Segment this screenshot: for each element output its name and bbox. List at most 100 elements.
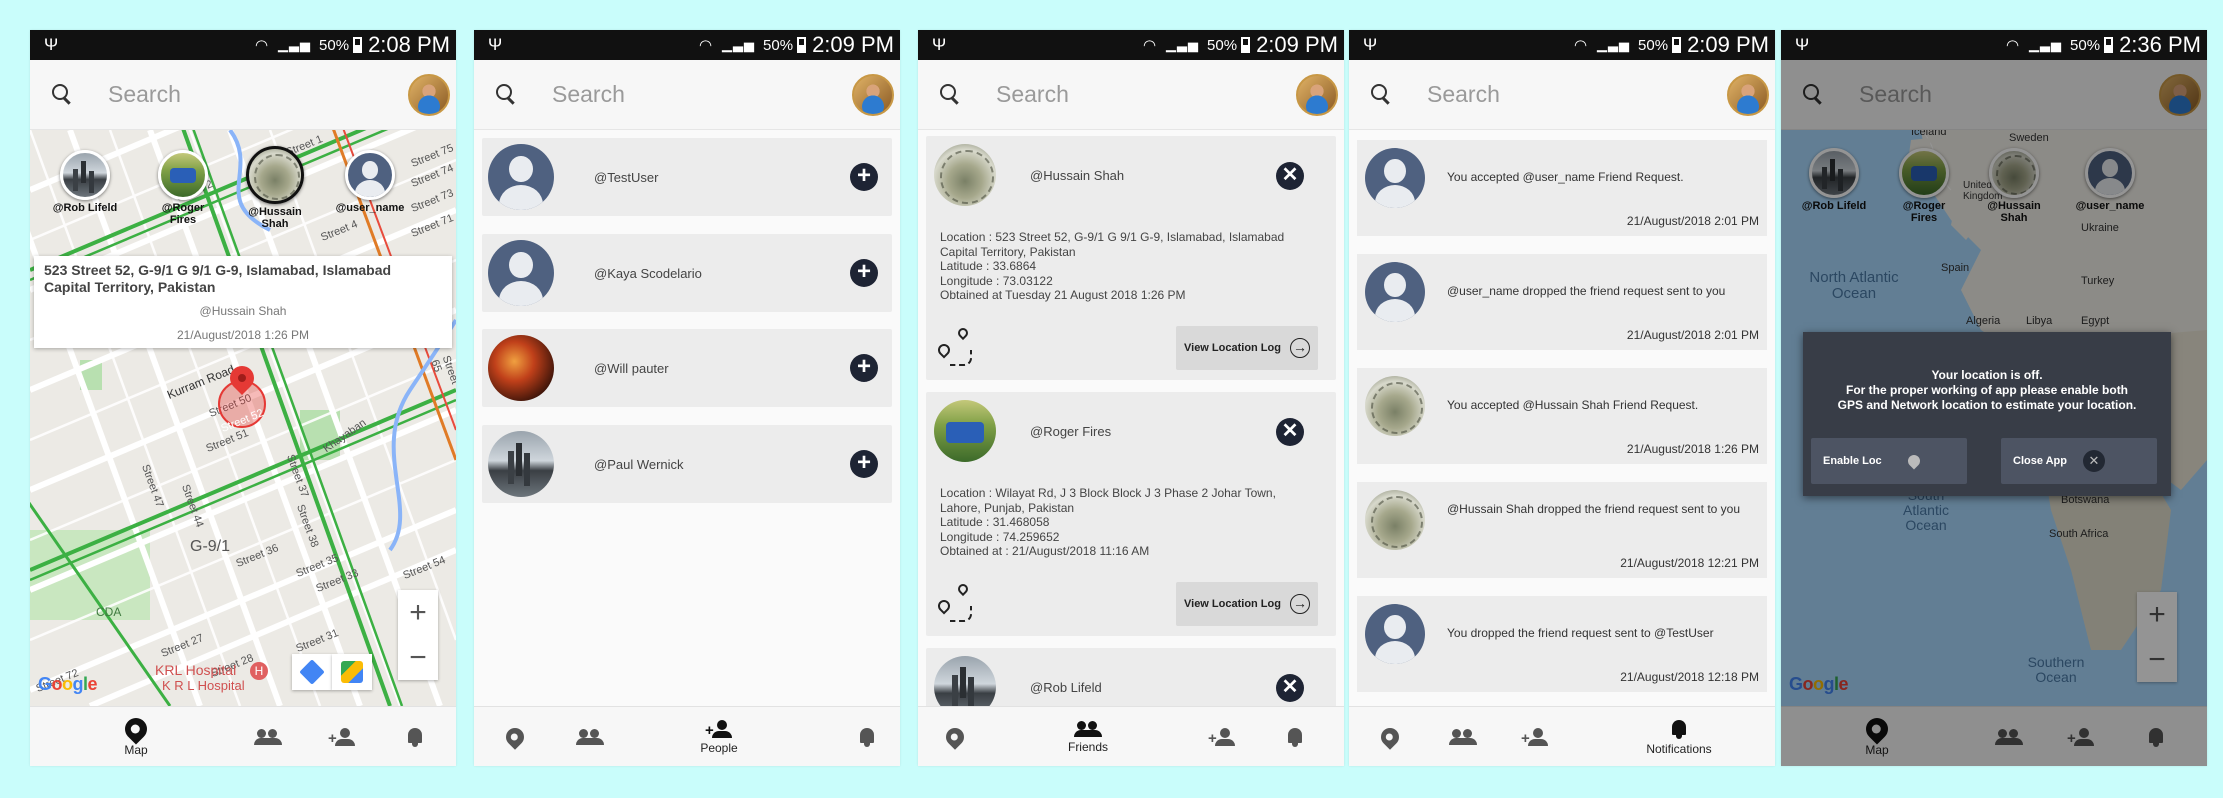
add-friend-button[interactable]: + bbox=[850, 259, 878, 287]
marker-label: @Hussain Shah bbox=[248, 206, 302, 230]
nav-notifications[interactable]: Notifications bbox=[1629, 707, 1729, 766]
map-view[interactable]: Kurram Road Street 50 Street 51 Street 4… bbox=[30, 130, 456, 706]
battery-percent: 50% bbox=[1207, 36, 1238, 54]
nav-people[interactable]: + bbox=[1515, 707, 1555, 766]
bottom-nav: + People bbox=[474, 706, 900, 766]
friend-location-details: Location : 523 Street 52, G-9/1 G 9/1 G-… bbox=[940, 230, 1285, 302]
list-item[interactable]: @Will pauter + bbox=[482, 329, 892, 407]
dialog-message-2: GPS and Network location to estimate you… bbox=[1837, 398, 2137, 412]
nav-people[interactable]: + bbox=[1202, 707, 1242, 766]
nav-notifications[interactable] bbox=[400, 707, 430, 766]
nav-map-label: Map bbox=[124, 742, 148, 757]
nav-people[interactable]: + People bbox=[684, 707, 754, 766]
marker-label: @Rob Lifeld bbox=[52, 202, 118, 214]
zoom-in-button[interactable]: + bbox=[409, 596, 427, 630]
notification-avatar bbox=[1365, 376, 1425, 436]
nav-friends[interactable] bbox=[1443, 707, 1483, 766]
nav-friends[interactable]: Friends bbox=[1058, 707, 1118, 766]
user-avatar bbox=[488, 335, 554, 401]
location-pin-icon bbox=[502, 724, 528, 750]
signal-icon: ▁▃▅ bbox=[1597, 37, 1631, 52]
search-bar[interactable]: Search bbox=[1349, 60, 1775, 130]
list-item[interactable]: @Kaya Scodelario + bbox=[482, 234, 892, 312]
add-friend-button[interactable]: + bbox=[850, 450, 878, 478]
zoom-out-button[interactable]: − bbox=[409, 641, 427, 675]
wifi-icon: ◠ bbox=[1142, 37, 1157, 54]
search-icon[interactable] bbox=[936, 81, 964, 109]
view-location-log-label: View Location Log bbox=[1184, 342, 1281, 354]
nav-people-label: People bbox=[700, 740, 738, 755]
view-location-log-button[interactable]: View Location Log → bbox=[1176, 326, 1318, 370]
add-friend-button[interactable]: + bbox=[850, 163, 878, 191]
friend-card: @Hussain Shah ✕ Location : 523 Street 52… bbox=[926, 136, 1336, 380]
notification-item[interactable]: You accepted @user_name Friend Request. … bbox=[1357, 140, 1767, 236]
bell-icon bbox=[406, 727, 424, 747]
list-item[interactable]: @Paul Wernick + bbox=[482, 425, 892, 503]
marker-user[interactable]: @Rob Lifeld bbox=[50, 150, 120, 214]
remove-friend-button[interactable]: ✕ bbox=[1276, 674, 1304, 702]
notification-date: 21/August/2018 12:18 PM bbox=[1620, 670, 1759, 684]
info-window[interactable]: 523 Street 52, G-9/1 G 9/1 G-9, Islamaba… bbox=[34, 256, 452, 348]
wifi-icon: ◠ bbox=[2005, 37, 2020, 54]
nav-map[interactable] bbox=[1375, 707, 1405, 766]
notification-item[interactable]: You accepted @Hussain Shah Friend Reques… bbox=[1357, 368, 1767, 464]
map-label-hospital: KRL Hospital bbox=[155, 662, 237, 678]
profile-avatar[interactable] bbox=[1296, 73, 1338, 116]
search-input[interactable]: Search bbox=[1427, 81, 1727, 108]
marker-avatar bbox=[246, 146, 304, 204]
nav-map[interactable]: Map bbox=[106, 707, 166, 766]
usb-icon: Ψ bbox=[1363, 35, 1378, 54]
close-app-button[interactable]: Close App ✕ bbox=[2001, 438, 2157, 484]
google-logo: Google bbox=[38, 674, 98, 694]
nav-friends[interactable] bbox=[570, 707, 610, 766]
nav-map[interactable] bbox=[940, 707, 970, 766]
nav-notifications[interactable] bbox=[1280, 707, 1310, 766]
search-input[interactable]: Search bbox=[552, 81, 852, 108]
wifi-icon: ◠ bbox=[254, 37, 269, 54]
add-friend-button[interactable]: + bbox=[850, 354, 878, 382]
friend-card: @Roger Fires ✕ Location : Wilayat Rd, J … bbox=[926, 392, 1336, 636]
notification-item[interactable]: You dropped the friend request sent to @… bbox=[1357, 596, 1767, 692]
profile-avatar[interactable] bbox=[408, 73, 450, 116]
friend-name: @Hussain Shah bbox=[1030, 168, 1125, 183]
profile-avatar[interactable] bbox=[1727, 73, 1769, 116]
profile-avatar[interactable] bbox=[852, 73, 894, 116]
search-icon[interactable] bbox=[492, 81, 520, 109]
clock: 2:09 PM bbox=[1687, 32, 1769, 57]
search-bar[interactable]: Search bbox=[474, 60, 900, 130]
notification-item[interactable]: @user_name dropped the friend request se… bbox=[1357, 254, 1767, 350]
open-maps-button[interactable] bbox=[332, 654, 372, 690]
list-item[interactable]: @TestUser + bbox=[482, 138, 892, 216]
nav-notifications[interactable] bbox=[852, 707, 882, 766]
user-avatar bbox=[488, 144, 554, 210]
nav-friends[interactable] bbox=[248, 707, 288, 766]
search-bar[interactable]: Search bbox=[30, 60, 456, 130]
notification-avatar bbox=[1365, 262, 1425, 322]
remove-friend-button[interactable]: ✕ bbox=[1276, 162, 1304, 190]
marker-user[interactable]: @Roger Fires bbox=[148, 150, 218, 226]
search-icon[interactable] bbox=[48, 81, 76, 109]
add-person-icon: + bbox=[1521, 728, 1549, 746]
status-bar: Ψ ◠ ▁▃▅ 50% 2:09 PM bbox=[474, 30, 900, 60]
notification-text: You accepted @user_name Friend Request. bbox=[1447, 170, 1684, 184]
nav-people[interactable]: + bbox=[322, 707, 362, 766]
notification-item[interactable]: @Hussain Shah dropped the friend request… bbox=[1357, 482, 1767, 578]
directions-button[interactable] bbox=[292, 654, 332, 690]
enable-location-button[interactable]: Enable Loc bbox=[1811, 438, 1967, 484]
signal-icon: ▁▃▅ bbox=[722, 37, 756, 52]
screen-friends: Ψ ◠ ▁▃▅ 50% 2:09 PM Search @Hussain Shah… bbox=[918, 30, 1344, 766]
location-pin-icon bbox=[120, 712, 152, 745]
search-input[interactable]: Search bbox=[108, 81, 408, 108]
screen-map: Ψ ◠ ▁▃▅ 50% 2:08 PM Search Kurram Road S… bbox=[30, 30, 456, 766]
location-off-dialog: Your location is off. For the proper wor… bbox=[1803, 332, 2171, 496]
search-input[interactable]: Search bbox=[996, 81, 1296, 108]
marker-user[interactable]: @user_name bbox=[335, 150, 405, 214]
view-location-log-button[interactable]: View Location Log → bbox=[1176, 582, 1318, 626]
marker-user[interactable]: @Hussain Shah bbox=[240, 146, 310, 230]
search-bar[interactable]: Search bbox=[918, 60, 1344, 130]
nav-map[interactable] bbox=[500, 707, 530, 766]
remove-friend-button[interactable]: ✕ bbox=[1276, 418, 1304, 446]
status-bar: Ψ ◠ ▁▃▅ 50% 2:08 PM bbox=[30, 30, 456, 60]
search-icon[interactable] bbox=[1367, 81, 1395, 109]
info-address: 523 Street 52, G-9/1 G 9/1 G-9, Islamaba… bbox=[44, 262, 392, 295]
